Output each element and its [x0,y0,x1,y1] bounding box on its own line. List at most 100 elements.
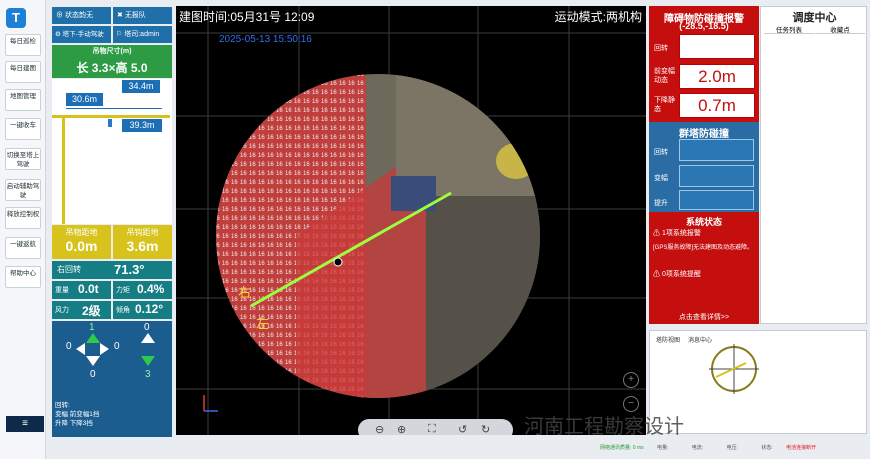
view-details-link[interactable]: 点击查看详情>> [649,312,759,322]
nav-map-management[interactable]: 地图管理 [5,89,41,111]
crane-jib [52,115,170,118]
run-mode: 运动模式:两机构 [554,10,642,24]
alarm-row1-label: 回转 [654,45,668,52]
status-fault: ✖ 无报队 [113,7,172,24]
system-reminder-item: ⚠ 0项系统提醒 [653,271,701,278]
user-icon: ⚐ [116,31,125,38]
status-user: ⚐ 塔司:admin [113,26,172,43]
label-left: 左 [256,316,270,331]
nav-return[interactable]: 一键返航 [5,237,41,259]
group-row-lift-value [679,190,754,210]
nav-switch-tower[interactable]: 切换至塔上驾驶 [5,148,41,170]
alarm-row1-value [679,34,755,59]
menu-button[interactable]: ≡ [6,416,44,432]
fullscreen-icon[interactable]: ⛶ [428,423,436,435]
nav-release-control[interactable]: 释放控制权 [5,207,41,229]
wind-readout: 风力 2级 [52,301,111,319]
map-timestamp: 2025-05-13 15:50:16 [219,34,312,45]
alarm-row3-value: 0.7m [679,93,755,118]
joystick-left-right-count: 0 [114,341,120,352]
moment-readout: 力矩 0.4% [113,281,172,299]
system-status-title: 系统状态 [685,217,722,227]
tab-task-list[interactable]: 任务列表 [764,24,814,34]
nav-assist-drive[interactable]: 启动辅助驾驶 [5,179,41,201]
current-label: 电流: [691,445,704,451]
tab-tower-view[interactable]: 塔防视图 [656,335,680,344]
gear-info: 回转: 变幅 前变幅1挡 升降 下降3挡 [55,402,100,427]
rotate-left-icon[interactable]: ↺ [458,423,467,435]
group-row-luff-label: 变幅 [654,175,668,182]
trolley-icon [108,119,112,127]
warning-icon: ⚠ [653,271,662,278]
voltage-label: 电压: [726,445,738,451]
status-mode: ⚙ 塔下-手动驾驶 [52,26,111,43]
left-nav: T 每日巡检 每日建图 地图管理 一键收车 切换至塔上驾驶 启动辅助驾驶 释放控… [0,0,46,459]
weight-readout: 重量 0.0t [52,281,111,299]
drive-icon: ⚙ [55,31,63,38]
joystick-right-up-count: 0 [144,322,150,333]
group-title: 群塔防碰撞 [679,129,729,140]
crane-mast [62,118,65,224]
group-row-rotate-label: 回转 [654,149,668,156]
group-row-lift-label: 提升 [654,200,668,207]
ok-icon: ⊕ [56,12,65,19]
watermark: 河南工程勘察设计 [524,416,684,438]
arrow-down-icon [86,356,100,366]
arrow-up-icon [141,333,155,343]
alarm-coords: (-28.5,-18.5) [679,21,729,31]
arrow-right-icon [100,343,109,355]
arrow-down-icon [141,356,155,366]
tab-favorites[interactable]: 收藏点 [815,24,865,34]
dimension-line [66,108,162,109]
battery-alert: 电池连接断开 [786,445,817,451]
zoom-out-icon[interactable]: ⊖ [375,423,384,435]
dispatch-center: 调度中心 任务列表 收藏点 [760,6,867,324]
joystick-left-up-count: 1 [89,322,95,333]
joystick-right-down-count: 3 [145,369,151,380]
distance-label-3: 39.3m [122,119,162,132]
arrow-left-icon [76,343,85,355]
zoom-in-icon[interactable]: + [623,372,639,388]
alert-icon: ✖ [117,12,125,19]
joystick-panel: 1 0 0 0 0 3 回转: 变幅 前变幅1挡 升降 下降3挡 [52,321,172,437]
map-canvas: 16 [176,6,646,435]
warning-icon: ⚠ [653,230,662,237]
build-time: 建图时间:05月31号 12:09 [179,10,315,24]
label-right: 右 [238,285,252,300]
state-label: 状态: [761,445,773,451]
group-collision-panel: 群塔防碰撞 回转 变幅 提升 [649,122,759,212]
rotate-right-icon[interactable]: ↻ [481,423,490,435]
distance-label-1: 30.6m [66,93,103,106]
tilt-readout: 倾角 0.12° [113,301,172,319]
network-status: 网络通讯质量: 0 ms [600,445,644,451]
group-row-luff-value [679,165,754,187]
satellite-disc [216,74,540,398]
nav-daily-mapping[interactable]: 每日建图 [5,61,41,83]
nav-retract[interactable]: 一键收车 [5,118,41,140]
map-view[interactable]: 16 [176,6,646,435]
battery-label: 电量: [657,445,669,451]
hook-height: 吊钩距地 3.6m [113,225,172,259]
alarm-row2-label: 前变幅动态 [654,68,675,84]
joystick-left-down-count: 0 [90,369,96,380]
load-size: 长 3.3×高 5.0 [52,59,172,78]
crane-diagram: 30.6m 34.4m 39.3m [52,79,172,224]
nav-help[interactable]: 帮助中心 [5,266,41,288]
joystick-left-left-count: 0 [66,341,72,352]
group-row-rotate-value [679,139,754,161]
app-logo: T [6,8,26,28]
system-alarm-detail: [GPS服务故障]无法建图及动态避障。 [653,245,754,251]
map-toolbar: ⊖ ⊕ ⛶ ↺ ↻ [358,419,513,435]
dispatch-title: 调度中心 [792,12,837,24]
left-panel: ⊕ 状态韵无 ✖ 无报队 ⚙ 塔下-手动驾驶 ⚐ 塔司:admin 吊物尺寸(m… [52,7,172,437]
tower-center-marker [333,257,343,267]
nav-daily-inspection[interactable]: 每日巡检 [5,34,41,56]
load-title: 吊物尺寸(m) [52,45,172,59]
zoom-in-icon[interactable]: ⊕ [397,423,406,435]
rotation-readout: 右回转 71.3° [52,261,172,279]
system-alarm-item: ⚠ 1项系统报警 [653,230,701,237]
arrow-up-icon [86,333,100,343]
tower-minimap [709,344,759,394]
alarm-panel: 障碍物防碰撞报警 (-28.5,-18.5) 回转 前变幅动态 2.0m 下降静… [649,6,759,324]
distance-label-2: 34.4m [122,80,160,93]
